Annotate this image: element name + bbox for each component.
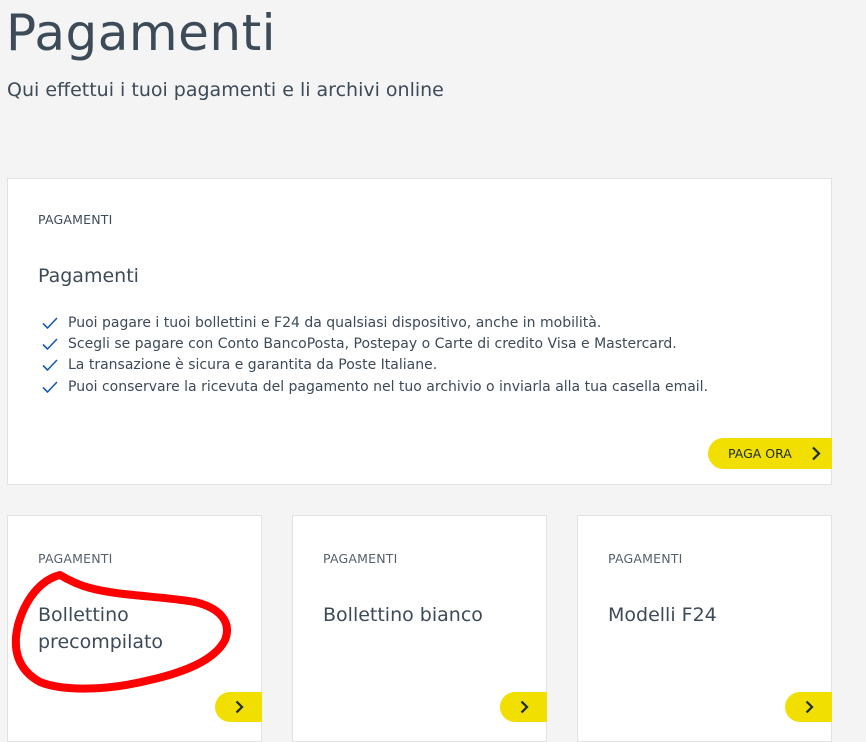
feature-text: La transazione è sicura e garantita da P… — [68, 357, 438, 374]
card-modelli-f24[interactable]: PAGAMENTI Modelli F24 — [577, 515, 832, 742]
card-title: Pagamenti — [38, 265, 139, 287]
modelli-f24-arrow-button[interactable] — [785, 692, 832, 722]
check-icon — [42, 359, 58, 372]
feature-text: Puoi pagare i tuoi bollettini e F24 da q… — [68, 314, 602, 331]
chevron-right-icon — [812, 446, 821, 461]
check-icon — [42, 317, 58, 329]
bollettino-bianco-arrow-button[interactable] — [500, 692, 547, 722]
feature-text: Scegli se pagare con Conto BancoPosta, P… — [68, 335, 677, 352]
card-category: PAGAMENTI — [38, 551, 113, 566]
check-icon — [42, 338, 58, 351]
card-title: Bollettino bianco — [323, 604, 483, 626]
card-category: PAGAMENTI — [38, 212, 113, 227]
feature-item: Puoi pagare i tuoi bollettini e F24 da q… — [41, 312, 708, 333]
page-title: Pagamenti — [6, 4, 277, 62]
card-category: PAGAMENTI — [608, 551, 683, 566]
payments-main-card: PAGAMENTI Pagamenti Puoi pagare i tuoi b… — [7, 178, 832, 485]
page-subtitle: Qui effettui i tuoi pagamenti e li archi… — [7, 79, 444, 101]
feature-item: Puoi conservare la ricevuta del pagament… — [41, 376, 708, 397]
chevron-right-icon — [805, 700, 814, 714]
feature-item: Scegli se pagare con Conto BancoPosta, P… — [41, 333, 708, 354]
chevron-right-icon — [520, 700, 529, 714]
bollettino-precompilato-arrow-button[interactable] — [215, 692, 262, 722]
features-list: Puoi pagare i tuoi bollettini e F24 da q… — [41, 312, 708, 397]
feature-text: Puoi conservare la ricevuta del pagament… — [68, 378, 709, 395]
card-bollettino-precompilato[interactable]: PAGAMENTI Bollettino precompilato — [7, 515, 262, 742]
card-title: Bollettino precompilato — [38, 604, 164, 653]
card-category: PAGAMENTI — [323, 551, 398, 566]
paga-ora-button[interactable]: PAGA ORA — [708, 438, 832, 469]
card-bollettino-bianco[interactable]: PAGAMENTI Bollettino bianco — [292, 515, 547, 742]
feature-item: La transazione è sicura e garantita da P… — [41, 355, 708, 376]
chevron-right-icon — [235, 700, 244, 714]
card-title: Modelli F24 — [608, 604, 717, 626]
check-icon — [42, 380, 58, 393]
payments-page: Pagamenti Qui effettui i tuoi pagamenti … — [0, 0, 866, 742]
paga-ora-label: PAGA ORA — [728, 446, 792, 461]
